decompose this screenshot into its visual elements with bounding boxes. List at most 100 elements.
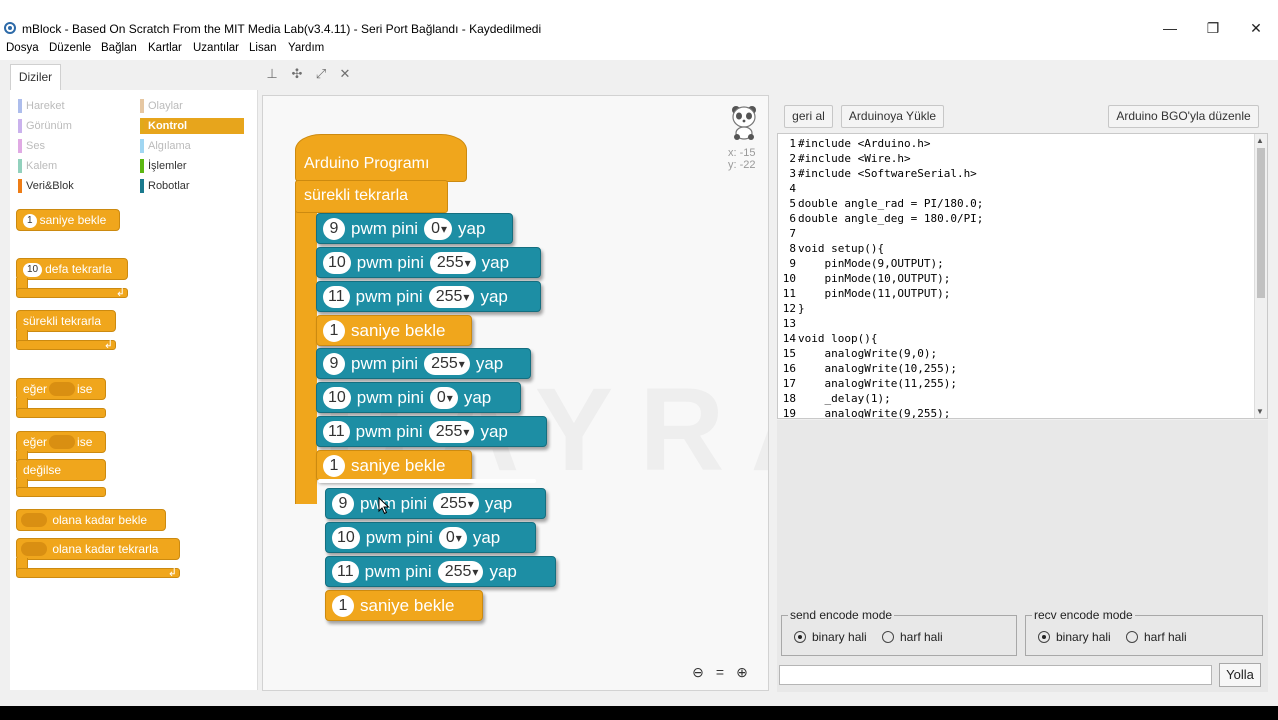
pin-input[interactable]: 11 xyxy=(332,560,359,583)
zoom-reset-icon[interactable]: = xyxy=(712,664,728,680)
shrink-tool-icon[interactable]: ✕ xyxy=(338,67,352,81)
palette-forever-block[interactable]: sürekli tekrarla xyxy=(16,310,116,332)
line-number: 7 xyxy=(789,227,796,240)
value-dropdown[interactable]: 255 xyxy=(437,560,484,583)
zoom-in-icon[interactable]: ⊕ xyxy=(734,664,750,680)
undo-button[interactable]: geri al xyxy=(784,105,833,128)
menu-connect[interactable]: Bağlan xyxy=(101,42,137,54)
line-text: double angle_rad = PI/180.0; xyxy=(798,197,984,210)
line-text: double angle_deg = 180.0/PI; xyxy=(798,212,984,225)
scroll-up-icon[interactable]: ▲ xyxy=(1256,136,1264,145)
pin-input[interactable]: 9 xyxy=(332,492,354,515)
category-sensing[interactable]: Algılama xyxy=(140,138,244,154)
arduino-program-hat-block[interactable]: Arduino Programı xyxy=(295,134,467,182)
dragged-wait-block[interactable]: 1 saniye bekle xyxy=(325,590,483,621)
value-dropdown[interactable]: 255 xyxy=(428,420,475,443)
palette-if-else-block[interactable]: eğer ise xyxy=(16,431,106,453)
code-line: 13 xyxy=(778,316,798,331)
code-line: 5 double angle_rad = PI/180.0; xyxy=(778,196,983,211)
forever-loop-block[interactable]: sürekli tekrarla xyxy=(295,180,448,213)
send-button[interactable]: Yolla xyxy=(1219,663,1261,687)
code-line: 2 #include <Wire.h> xyxy=(778,151,910,166)
code-line: 9 pinMode(9,OUTPUT); xyxy=(778,256,943,271)
palette-else-label: değilse xyxy=(16,459,106,481)
maximize-button[interactable]: ❐ xyxy=(1193,18,1233,38)
category-looks[interactable]: Görünüm xyxy=(18,118,128,134)
cut-tool-icon[interactable]: ✣ xyxy=(290,67,304,81)
pwm-block-3[interactable]: 11pwm pini255yap xyxy=(316,281,541,312)
category-control[interactable]: Kontrol xyxy=(140,118,244,134)
menu-extensions[interactable]: Uzantılar xyxy=(193,42,239,54)
value-dropdown[interactable]: 0 xyxy=(429,386,458,409)
pin-input[interactable]: 10 xyxy=(323,251,351,274)
palette-repeat-until-block[interactable]: olana kadar tekrarla xyxy=(16,538,180,560)
palette-repeat-foot: ↲ xyxy=(16,288,128,299)
category-pen[interactable]: Kalem xyxy=(18,158,128,174)
seconds-input[interactable]: 1 xyxy=(323,454,345,477)
recv-binary-radio[interactable]: binary hali xyxy=(1038,630,1111,644)
pin-input[interactable]: 9 xyxy=(323,217,345,240)
seconds-input[interactable]: 1 xyxy=(332,594,354,617)
stamp-tool-icon[interactable]: ⊥ xyxy=(265,67,279,81)
code-line: 18 _delay(1); xyxy=(778,391,891,406)
value-dropdown[interactable]: 0 xyxy=(424,217,453,240)
category-data[interactable]: Veri&Blok xyxy=(18,178,128,194)
dragged-pwm-block-3[interactable]: 11pwm pini255yap xyxy=(325,556,556,587)
palette-if-else-foot xyxy=(16,487,106,497)
recv-char-radio[interactable]: harf hali xyxy=(1126,630,1187,644)
edit-with-arduino-ide-button[interactable]: Arduino BGO'yla düzenle xyxy=(1108,105,1259,128)
scroll-down-icon[interactable]: ▼ xyxy=(1256,407,1264,416)
close-button[interactable]: ✕ xyxy=(1236,18,1276,38)
pwm-block-5[interactable]: 10pwm pini0yap xyxy=(316,382,521,413)
menu-help[interactable]: Yardım xyxy=(288,42,324,54)
tab-scripts[interactable]: Diziler xyxy=(10,64,61,90)
pwm-block-6[interactable]: 11pwm pini255yap xyxy=(316,416,547,447)
category-operators[interactable]: İşlemler xyxy=(140,158,244,174)
palette-wait-until-block[interactable]: olana kadar bekle xyxy=(16,509,166,531)
palette-repeat-block[interactable]: 10 defa tekrarla xyxy=(16,258,128,280)
category-robots[interactable]: Robotlar xyxy=(140,178,244,194)
pin-input[interactable]: 11 xyxy=(323,285,350,308)
menu-boards[interactable]: Kartlar xyxy=(148,42,182,54)
value-dropdown[interactable]: 255 xyxy=(424,352,470,375)
value-dropdown[interactable]: 255 xyxy=(428,285,475,308)
line-text: } xyxy=(798,302,805,315)
send-binary-radio[interactable]: binary hali xyxy=(794,630,867,644)
palette-if-block[interactable]: eğer ise xyxy=(16,378,106,400)
menu-file[interactable]: Dosya xyxy=(6,42,39,54)
dragged-pwm-block-2[interactable]: 10pwm pini0yap xyxy=(325,522,536,553)
send-char-radio[interactable]: harf hali xyxy=(882,630,943,644)
wait-block-1[interactable]: 1 saniye bekle xyxy=(316,315,472,346)
palette-wait-block[interactable]: 1 saniye bekle xyxy=(16,209,120,231)
value-dropdown[interactable]: 0 xyxy=(438,526,467,549)
menu-edit[interactable]: Düzenle xyxy=(49,42,91,54)
seconds-input[interactable]: 1 xyxy=(323,319,345,342)
grow-tool-icon[interactable]: ⤢ xyxy=(314,67,328,81)
palette-forever-foot: ↲ xyxy=(16,340,116,351)
minimize-button[interactable]: — xyxy=(1150,18,1190,38)
pwm-block-4[interactable]: 9pwm pini255yap xyxy=(316,348,531,379)
menu-language[interactable]: Lisan xyxy=(249,42,277,54)
category-events[interactable]: Olaylar xyxy=(140,98,244,114)
serial-send-input[interactable] xyxy=(779,665,1212,685)
code-scrollbar[interactable]: ▲ ▼ xyxy=(1254,134,1267,418)
dragged-pwm-block-1[interactable]: 9pwm pini255yap xyxy=(325,488,546,519)
pin-input[interactable]: 10 xyxy=(332,526,360,549)
upload-to-arduino-button[interactable]: Arduinoya Yükle xyxy=(841,105,944,128)
pin-input[interactable]: 9 xyxy=(323,352,345,375)
category-motion[interactable]: Hareket xyxy=(18,98,128,114)
pin-input[interactable]: 10 xyxy=(323,386,351,409)
code-line: 17 analogWrite(11,255); xyxy=(778,376,957,391)
pin-input[interactable]: 11 xyxy=(323,420,350,443)
code-line: 19 analogWrite(9,255); xyxy=(778,406,951,418)
pwm-block-1[interactable]: 9pwm pini0yap xyxy=(316,213,513,244)
code-view[interactable]: 1 #include <Arduino.h> 2 #include <Wire.h> 3… xyxy=(777,133,1268,419)
value-dropdown[interactable]: 255 xyxy=(433,492,479,515)
wait-block-2[interactable]: 1 saniye bekle xyxy=(316,450,472,481)
value-dropdown[interactable]: 255 xyxy=(429,251,476,274)
scroll-thumb[interactable] xyxy=(1257,148,1265,298)
category-sound[interactable]: Ses xyxy=(18,138,128,154)
pwm-block-2[interactable]: 10pwm pini255yap xyxy=(316,247,541,278)
line-number: 17 xyxy=(782,377,796,390)
zoom-out-icon[interactable]: ⊖ xyxy=(690,664,706,680)
